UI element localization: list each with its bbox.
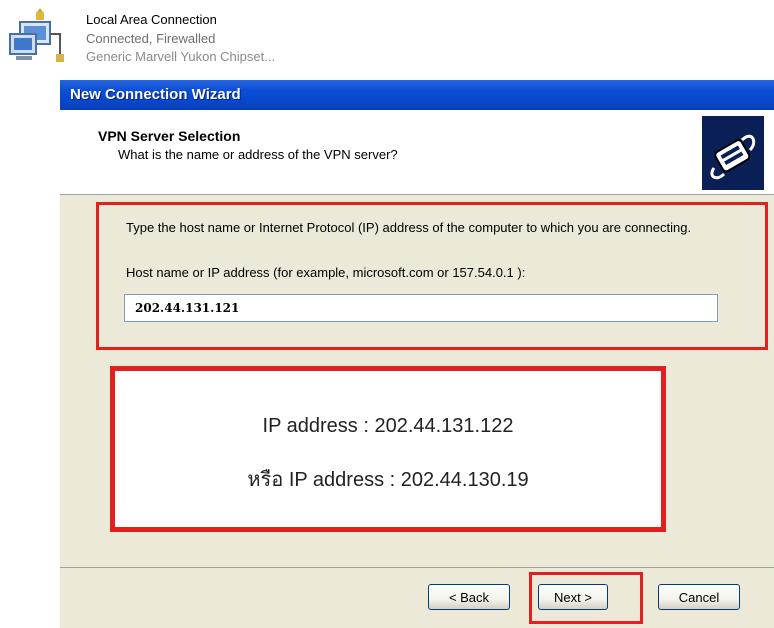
ip-annotation-line-1: IP address : 202.44.131.122 [262, 415, 514, 437]
back-button[interactable]: < Back [428, 584, 510, 610]
footer-divider [60, 567, 774, 568]
wizard-header: VPN Server Selection What is the name or… [60, 110, 774, 195]
connection-status: Connected, Firewalled [86, 31, 216, 46]
page-title: VPN Server Selection [98, 128, 241, 144]
ip-annotation-box: IP address : 202.44.131.122 หรือ IP addr… [110, 366, 666, 532]
page-subtitle: What is the name or address of the VPN s… [118, 147, 398, 162]
wizard-title: New Connection Wizard [70, 86, 241, 103]
ip-annotation-line-2: หรือ IP address : 202.44.130.19 [247, 469, 529, 491]
connection-name: Local Area Connection [86, 12, 217, 27]
wizard-titlebar[interactable]: New Connection Wizard [60, 80, 774, 110]
next-button-highlight [529, 572, 643, 624]
vpn-connection-icon [702, 116, 764, 190]
new-connection-wizard-window: New Connection Wizard VPN Server Selecti… [60, 80, 774, 628]
connection-device: Generic Marvell Yukon Chipset... [86, 49, 276, 64]
network-connection-item[interactable]: Local Area Connection Connected, Firewal… [0, 0, 774, 80]
host-section-highlight [96, 202, 768, 350]
network-connection-icon [6, 4, 68, 64]
cancel-button[interactable]: Cancel [658, 584, 740, 610]
